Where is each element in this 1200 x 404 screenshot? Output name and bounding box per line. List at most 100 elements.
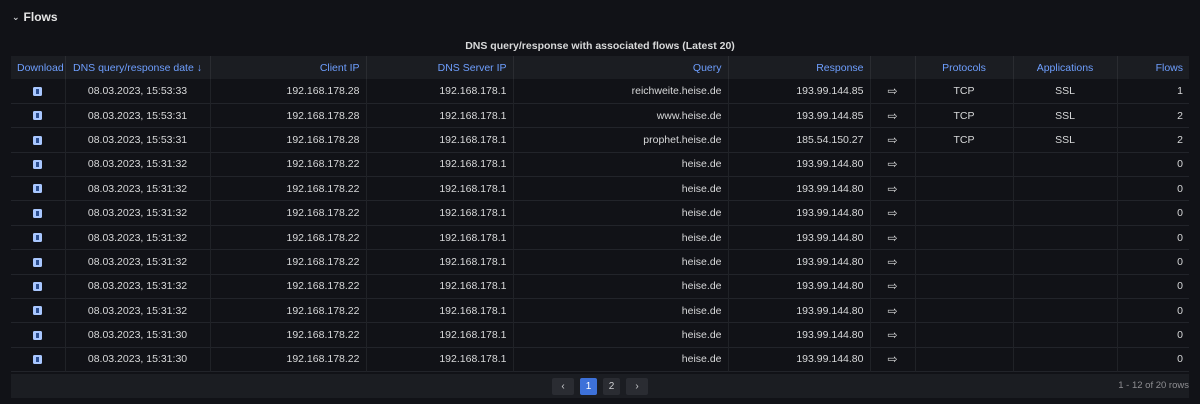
column-header-protocols[interactable]: Protocols — [915, 56, 1014, 79]
table-row: 08.03.2023, 15:31:32 192.168.178.22 192.16… — [11, 225, 1189, 250]
response-cell: 193.99.144.80 — [728, 225, 871, 250]
download-icon[interactable] — [33, 306, 43, 316]
download-cell — [11, 298, 66, 323]
protocols-cell — [915, 152, 1014, 177]
query-cell: heise.de — [513, 152, 729, 177]
column-header-applications[interactable]: Applications — [1013, 56, 1118, 79]
row-header-flows[interactable]: ⌄ Flows — [0, 0, 1200, 34]
download-icon[interactable] — [33, 282, 43, 292]
query-cell: heise.de — [513, 274, 729, 299]
download-icon[interactable] — [33, 111, 43, 121]
download-icon[interactable] — [33, 86, 43, 96]
client-ip-cell: 192.168.178.28 — [210, 127, 367, 153]
applications-cell — [1013, 176, 1118, 201]
response-cell: 193.99.144.80 — [728, 200, 871, 226]
arrow-right-icon[interactable]: ⇨ — [887, 304, 897, 318]
arrow-right-icon[interactable]: ⇨ — [887, 255, 897, 269]
arrow-right-icon[interactable]: ⇨ — [887, 84, 897, 98]
flows-cell: 0 — [1177, 353, 1183, 366]
date-cell: 08.03.2023, 15:53:31 — [65, 127, 211, 153]
response-cell: 193.99.144.80 — [728, 347, 871, 372]
chevron-down-icon: ⌄ — [12, 11, 20, 22]
previous-page-button[interactable]: ‹ — [552, 377, 574, 395]
response-cell: 193.99.144.85 — [728, 79, 871, 104]
table-row: 08.03.2023, 15:31:30 192.168.178.22 192.16… — [11, 322, 1189, 348]
response-cell: 193.99.144.80 — [728, 298, 871, 323]
arrow-right-icon[interactable]: ⇨ — [887, 279, 897, 293]
column-header-query[interactable]: Query — [513, 56, 729, 79]
flows-cell: 0 — [1177, 207, 1183, 220]
page-button-1[interactable]: 1 — [580, 377, 597, 395]
dns-server-ip-cell: 192.168.178.1 — [366, 298, 514, 323]
client-ip-cell: 192.168.178.22 — [210, 347, 367, 372]
response-cell: 193.99.144.80 — [728, 249, 871, 275]
query-cell: reichweite.heise.de — [513, 79, 729, 104]
page-button-2[interactable]: 2 — [603, 377, 620, 395]
table-row: 08.03.2023, 15:31:32 192.168.178.22 192.16… — [11, 249, 1189, 275]
column-header-date[interactable]: DNS query/response date ↓ — [65, 56, 211, 79]
applications-cell — [1013, 152, 1118, 177]
download-cell — [11, 225, 66, 250]
table-row: 08.03.2023, 15:53:31 192.168.178.28 192.16… — [11, 103, 1189, 128]
applications-cell — [1013, 274, 1118, 299]
arrow-cell: ⇨ — [870, 79, 916, 104]
dns-server-ip-cell: 192.168.178.1 — [366, 200, 514, 226]
query-cell: heise.de — [513, 298, 729, 323]
download-icon[interactable] — [33, 160, 43, 170]
arrow-right-icon[interactable]: ⇨ — [887, 182, 897, 196]
response-cell: 193.99.144.85 — [728, 103, 871, 128]
flows-cell: 0 — [1177, 304, 1183, 317]
download-cell — [11, 79, 66, 104]
dns-server-ip-cell: 192.168.178.1 — [366, 79, 514, 104]
arrow-right-icon[interactable]: ⇨ — [887, 328, 897, 342]
date-cell: 08.03.2023, 15:31:32 — [65, 200, 211, 226]
query-cell: prophet.heise.de — [513, 127, 729, 153]
arrow-right-icon[interactable]: ⇨ — [887, 133, 897, 147]
protocols-cell — [915, 225, 1014, 250]
download-icon[interactable] — [33, 208, 43, 218]
download-icon[interactable] — [33, 184, 43, 194]
client-ip-cell: 192.168.178.22 — [210, 225, 367, 250]
column-header-download[interactable]: Download — [11, 56, 66, 79]
date-cell: 08.03.2023, 15:31:32 — [65, 298, 211, 323]
download-cell — [11, 200, 66, 226]
applications-cell: SSL — [1013, 127, 1118, 153]
flows-table-panel: DNS query/response with associated flows… — [11, 34, 1189, 398]
arrow-right-icon[interactable]: ⇨ — [887, 352, 897, 366]
arrow-right-icon[interactable]: ⇨ — [887, 157, 897, 171]
dns-server-ip-cell: 192.168.178.1 — [366, 152, 514, 177]
table-row: 08.03.2023, 15:31:30 192.168.178.22 192.16… — [11, 347, 1189, 372]
arrow-cell: ⇨ — [870, 152, 916, 177]
column-header-flows[interactable]: Flows — [1117, 56, 1189, 79]
arrow-right-icon[interactable]: ⇨ — [887, 231, 897, 245]
query-cell: heise.de — [513, 249, 729, 275]
column-header-dns-server-ip[interactable]: DNS Server IP — [366, 56, 514, 79]
client-ip-cell: 192.168.178.22 — [210, 152, 367, 177]
column-header-client-ip[interactable]: Client IP — [210, 56, 367, 79]
arrow-right-icon[interactable]: ⇨ — [887, 109, 897, 123]
column-header-response[interactable]: Response — [728, 56, 871, 79]
flows-cell: 2 — [1177, 133, 1183, 146]
protocols-cell: TCP — [915, 103, 1014, 128]
download-icon[interactable] — [33, 233, 43, 243]
applications-cell — [1013, 322, 1118, 348]
flows-cell: 0 — [1177, 255, 1183, 268]
download-icon[interactable] — [33, 355, 43, 365]
protocols-cell: TCP — [915, 127, 1014, 153]
applications-cell — [1013, 200, 1118, 226]
date-cell: 08.03.2023, 15:31:30 — [65, 322, 211, 348]
arrow-cell: ⇨ — [870, 347, 916, 372]
query-cell: heise.de — [513, 225, 729, 250]
client-ip-cell: 192.168.178.22 — [210, 322, 367, 348]
arrow-right-icon[interactable]: ⇨ — [887, 206, 897, 220]
arrow-cell: ⇨ — [870, 127, 916, 153]
client-ip-cell: 192.168.178.28 — [210, 103, 367, 128]
download-icon[interactable] — [33, 257, 43, 267]
dns-server-ip-cell: 192.168.178.1 — [366, 176, 514, 201]
next-page-button[interactable]: › — [626, 377, 648, 395]
table-row: 08.03.2023, 15:31:32 192.168.178.22 192.16… — [11, 200, 1189, 226]
download-icon[interactable] — [33, 135, 43, 145]
flows-cell: 0 — [1177, 329, 1183, 342]
download-icon[interactable] — [33, 330, 43, 340]
protocols-cell: TCP — [915, 79, 1014, 104]
